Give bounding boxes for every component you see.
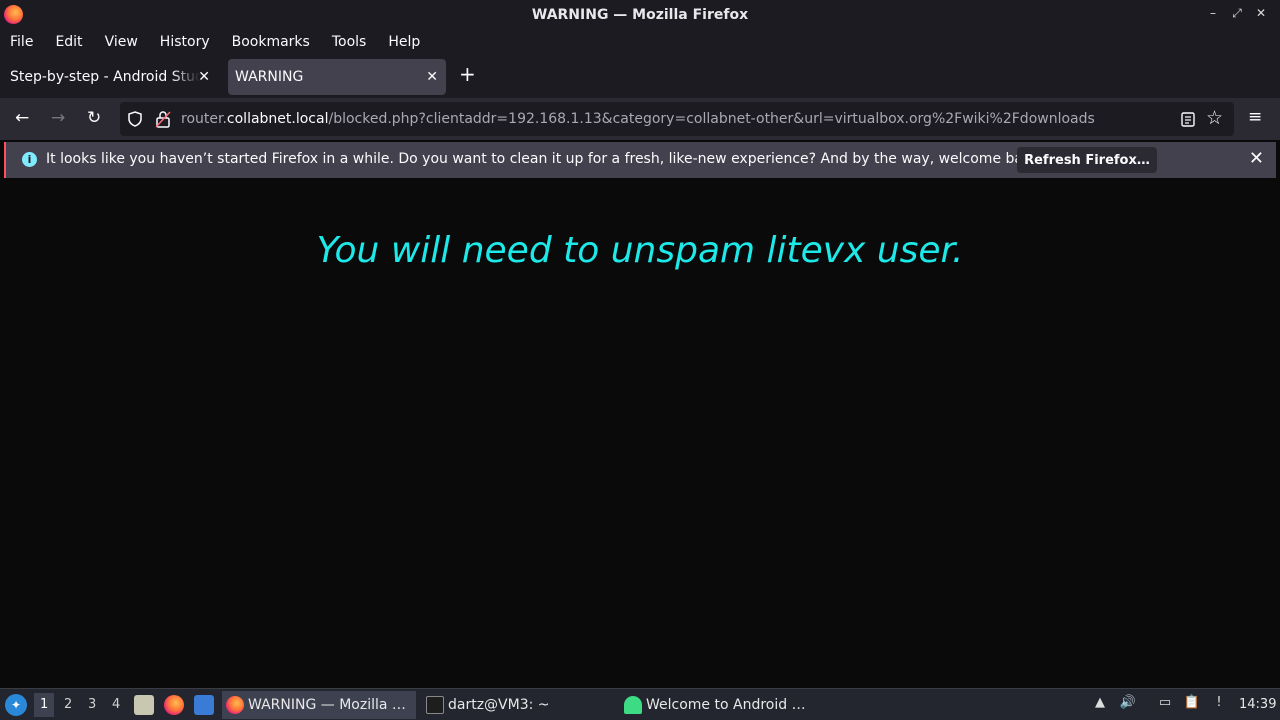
window-title: WARNING — Mozilla Firefox [531,6,749,23]
workspace-4[interactable]: 4 [112,697,120,712]
taskbar-item-android-studio[interactable]: Welcome to Android … [620,691,816,719]
tray-arrow-icon[interactable]: ▲ [1091,695,1109,713]
tab-label: WARNING [235,69,304,85]
firefox-icon [226,696,244,714]
back-button[interactable]: ← [15,108,29,128]
forward-button[interactable]: → [51,108,65,128]
workspace-3[interactable]: 3 [88,697,96,712]
taskbar-item-terminal[interactable]: dartz@VM3: ~ [422,691,618,719]
terminal-icon [426,696,444,714]
firefox-launcher-icon[interactable] [164,695,184,715]
workspace-2[interactable]: 2 [64,697,72,712]
close-tab-icon[interactable]: ✕ [198,69,210,85]
window-titlebar: WARNING — Mozilla Firefox – ⤢ ✕ [0,0,1280,29]
menubar: File Edit View History Bookmarks Tools H… [0,29,1280,54]
taskbar-item-firefox[interactable]: WARNING — Mozilla … [222,691,416,719]
tracking-protection-shield-icon[interactable] [127,111,143,127]
notification-icon[interactable]: ! [1210,695,1228,713]
task-label: dartz@VM3: ~ [448,697,550,713]
file-manager-icon[interactable] [134,695,154,715]
url-path: /blocked.php?clientaddr=192.168.1.13&cat… [328,111,1095,127]
clipboard-icon[interactable]: 📋 [1183,695,1201,713]
menu-file[interactable]: File [10,34,33,50]
warning-headline: You will need to unspam litevx user. [316,230,964,271]
page-content: You will need to unspam litevx user. [0,180,1280,688]
clock: 14:39 [1239,697,1277,712]
window-controls: – ⤢ ✕ [1206,6,1268,21]
volume-icon[interactable]: 🔊 [1119,695,1137,713]
reload-button[interactable]: ↻ [87,108,101,128]
tab-label: Step-by-step - Android Studio [10,69,200,85]
workspace-1[interactable]: 1 [34,693,55,717]
minimize-button[interactable]: – [1206,6,1220,21]
url-host-prefix: router. [181,111,227,127]
menu-history[interactable]: History [160,34,210,50]
menu-tools[interactable]: Tools [332,34,367,50]
desktop-icon[interactable] [194,695,214,715]
close-window-button[interactable]: ✕ [1254,6,1268,21]
task-label: WARNING — Mozilla … [248,697,406,713]
task-label: Welcome to Android … [646,697,806,713]
notification-message: It looks like you haven’t started Firefo… [46,151,1045,167]
tab-warning[interactable]: WARNING ✕ [228,59,446,95]
url-text[interactable]: router.collabnet.local/blocked.php?clien… [181,111,1095,127]
insecure-lock-icon[interactable] [155,110,171,128]
firefox-logo-icon [4,5,23,24]
tab-strip: Step-by-step - Android Studio ✕ WARNING … [0,54,1280,98]
url-bar[interactable]: router.collabnet.local/blocked.php?clien… [120,102,1234,136]
close-tab-icon[interactable]: ✕ [426,69,438,85]
start-menu-icon[interactable]: ✦ [5,694,27,716]
maximize-button[interactable]: ⤢ [1230,6,1244,21]
bookmark-star-icon[interactable]: ☆ [1206,107,1223,129]
refresh-firefox-button[interactable]: Refresh Firefox… [1017,147,1157,173]
reader-view-icon[interactable] [1181,112,1195,127]
android-icon [624,696,642,714]
url-host: collabnet.local [226,111,329,127]
notification-bar: i It looks like you haven’t started Fire… [4,142,1276,178]
navigation-toolbar: ← → ↻ router.collabnet.local/blocked.php… [0,98,1280,140]
menu-edit[interactable]: Edit [55,34,82,50]
info-icon: i [22,152,37,167]
menu-bookmarks[interactable]: Bookmarks [232,34,310,50]
new-tab-button[interactable]: + [459,62,476,86]
network-icon[interactable]: ▭ [1156,695,1174,713]
menu-view[interactable]: View [105,34,138,50]
tab-android-studio[interactable]: Step-by-step - Android Studio ✕ [0,59,218,95]
taskbar: ✦ 1 2 3 4 WARNING — Mozilla … dartz@VM3:… [0,688,1280,720]
close-notification-icon[interactable]: ✕ [1249,148,1264,169]
menu-help[interactable]: Help [388,34,420,50]
app-menu-hamburger-icon[interactable]: ≡ [1248,107,1262,127]
